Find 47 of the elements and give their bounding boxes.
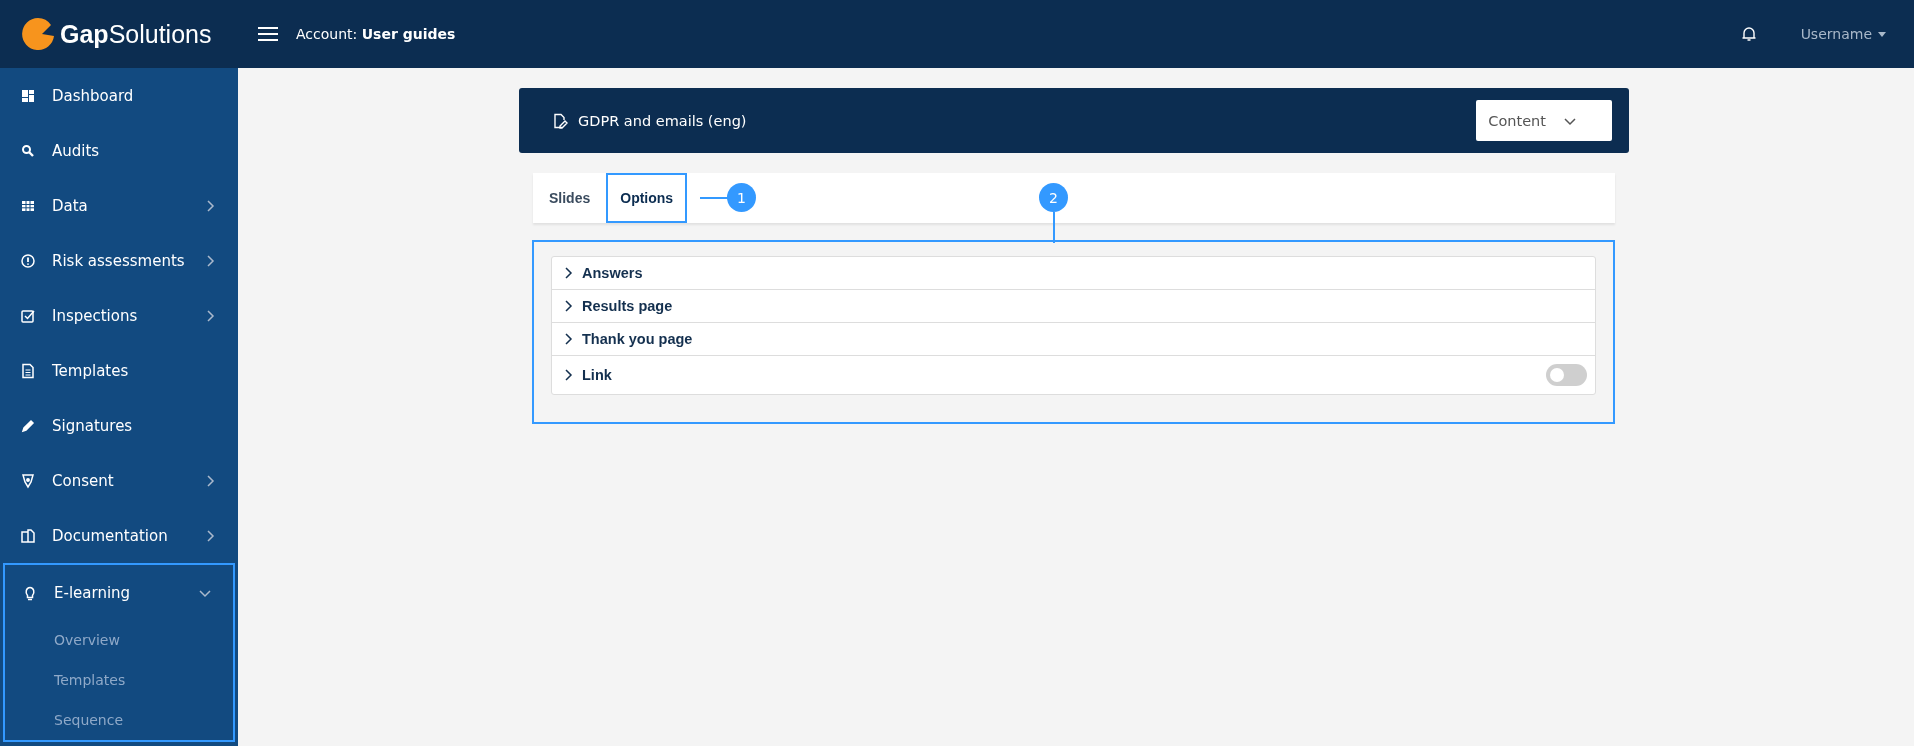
document-icon (20, 362, 36, 379)
sidebar-item[interactable]: Templates (0, 343, 238, 398)
accordion-row[interactable]: Answers (552, 257, 1595, 289)
edit-document-icon (553, 112, 568, 129)
pen-nib-icon (20, 472, 36, 489)
alert-circle-icon (20, 252, 36, 269)
chevron-icon (204, 254, 216, 267)
sidebar-subitem[interactable]: Sequence (5, 700, 233, 740)
user-menu[interactable]: Username (1800, 26, 1886, 42)
tab[interactable]: Slides (533, 173, 607, 223)
dashboard-icon (20, 87, 36, 104)
toggle-switch[interactable] (1546, 364, 1587, 386)
chevron-icon (204, 529, 216, 542)
chevron-icon (204, 474, 216, 487)
bell-icon[interactable] (1740, 26, 1757, 42)
logo-text: GapSolutions (60, 19, 212, 49)
page-title: GDPR and emails (eng) (578, 112, 748, 129)
search-icon (20, 142, 36, 159)
sidebar-subitem[interactable]: Templates (5, 660, 233, 700)
logo-icon (22, 18, 54, 50)
sidebar-item[interactable]: Data (0, 178, 238, 233)
sidebar-item[interactable]: Documentation (0, 508, 238, 563)
chevron-icon (204, 309, 216, 322)
chevron-icon (204, 199, 216, 212)
sidebar-item[interactable]: Signatures (0, 398, 238, 453)
sidebar-subitem[interactable]: Overview (5, 620, 233, 660)
accordion-row[interactable]: Link (552, 355, 1595, 394)
pencil-icon (20, 417, 36, 434)
chevron-icon (562, 333, 574, 345)
documents-icon (20, 527, 36, 544)
menu-icon[interactable] (258, 26, 278, 42)
tab[interactable]: Options (606, 173, 688, 223)
caret-icon (1878, 31, 1886, 37)
sidebar-item[interactable]: E-learning (5, 565, 233, 620)
sidebar-item[interactable]: Audits (0, 123, 238, 178)
sidebar-item[interactable]: Dashboard (0, 68, 238, 123)
sidebar-item[interactable]: Inspections (0, 288, 238, 343)
account-label: Account: User guides (296, 26, 456, 42)
sidebar-item[interactable]: Risk assessments (0, 233, 238, 288)
sidebar-item[interactable]: Consent (0, 453, 238, 508)
chevron-icon (562, 369, 574, 381)
checkbox-icon (20, 307, 36, 324)
accordion-row[interactable]: Thank you page (552, 322, 1595, 355)
accordion-row[interactable]: Results page (552, 289, 1595, 322)
chevron-icon (562, 267, 574, 279)
chevron-icon (562, 300, 574, 312)
view-select[interactable]: Content (1476, 100, 1612, 141)
